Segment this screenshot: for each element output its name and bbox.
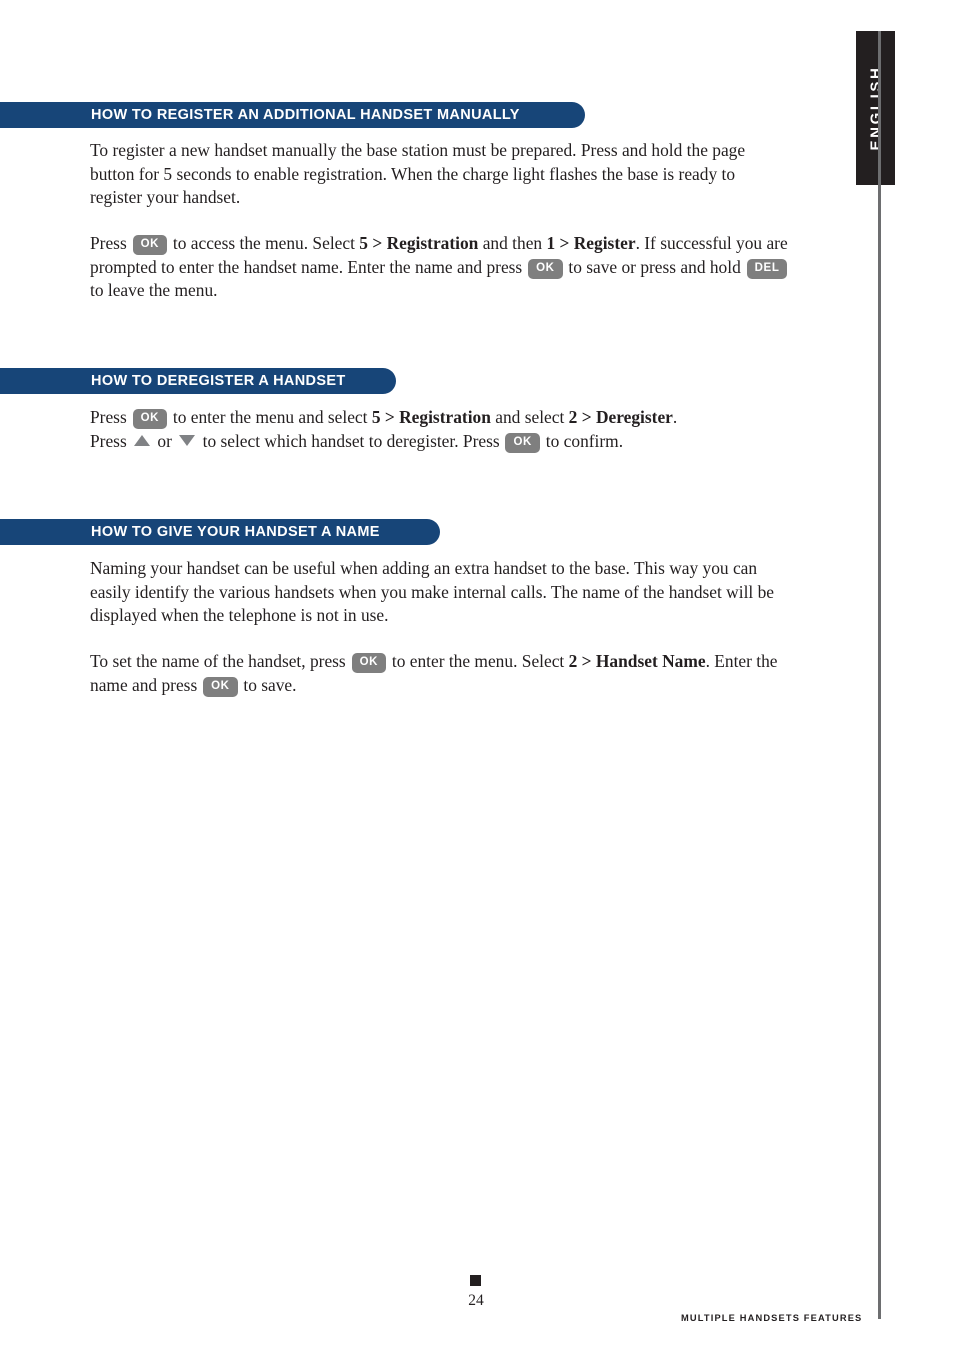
page-number: 24	[468, 1292, 484, 1309]
footer-marker-square	[470, 1275, 481, 1286]
section-heading-register-handset: HOW TO REGISTER AN ADDITIONAL HANDSET MA…	[0, 102, 585, 128]
language-tab-label: ENGLISH	[867, 65, 884, 151]
menu-path-emphasis: 2 > Handset Name	[568, 651, 706, 671]
menu-path-emphasis: 5 > Registration	[359, 233, 479, 253]
down-arrow-icon	[179, 434, 196, 446]
section-heading-label: HOW TO GIVE YOUR HANDSET A NAME	[91, 524, 380, 540]
paragraph-register-intro: To register a new handset manually the b…	[90, 140, 746, 208]
paragraph-naming-steps: To set the name of the handset, press OK…	[90, 651, 778, 697]
page-edge-rule	[878, 31, 881, 1319]
ok-key-glyph: OK	[132, 235, 168, 255]
section-heading-name-handset: HOW TO GIVE YOUR HANDSET A NAME	[0, 519, 440, 545]
section-heading-deregister-handset: HOW TO DEREGISTER A HANDSET	[0, 368, 396, 394]
up-arrow-icon	[134, 434, 151, 446]
ok-key-glyph: OK	[505, 432, 540, 453]
language-tab: ENGLISH	[856, 31, 895, 185]
section-heading-label: HOW TO REGISTER AN ADDITIONAL HANDSET MA…	[91, 107, 520, 123]
menu-path-emphasis: 5 > Registration	[371, 407, 491, 427]
paragraph-naming-intro: Naming your handset can be useful when a…	[90, 558, 775, 626]
paragraph-deregister-steps: Press OK to enter the menu and select 5 …	[90, 407, 678, 453]
paragraph-register-steps: Press OK to access the menu. Select 5 > …	[90, 233, 788, 301]
ok-key-glyph: OK	[132, 409, 168, 429]
ok-key-glyph: OK	[203, 676, 238, 697]
ok-key-glyph: OK	[528, 258, 563, 279]
menu-path-emphasis: 2 > Deregister	[568, 407, 673, 427]
menu-path-emphasis: 1 > Register	[546, 233, 636, 253]
del-key-glyph: DEL	[746, 258, 788, 279]
footer-section-title: MULTIPLE HANDSETS FEATURES	[681, 1313, 863, 1323]
ok-key-glyph: OK	[351, 653, 387, 673]
section-heading-label: HOW TO DEREGISTER A HANDSET	[91, 373, 346, 389]
